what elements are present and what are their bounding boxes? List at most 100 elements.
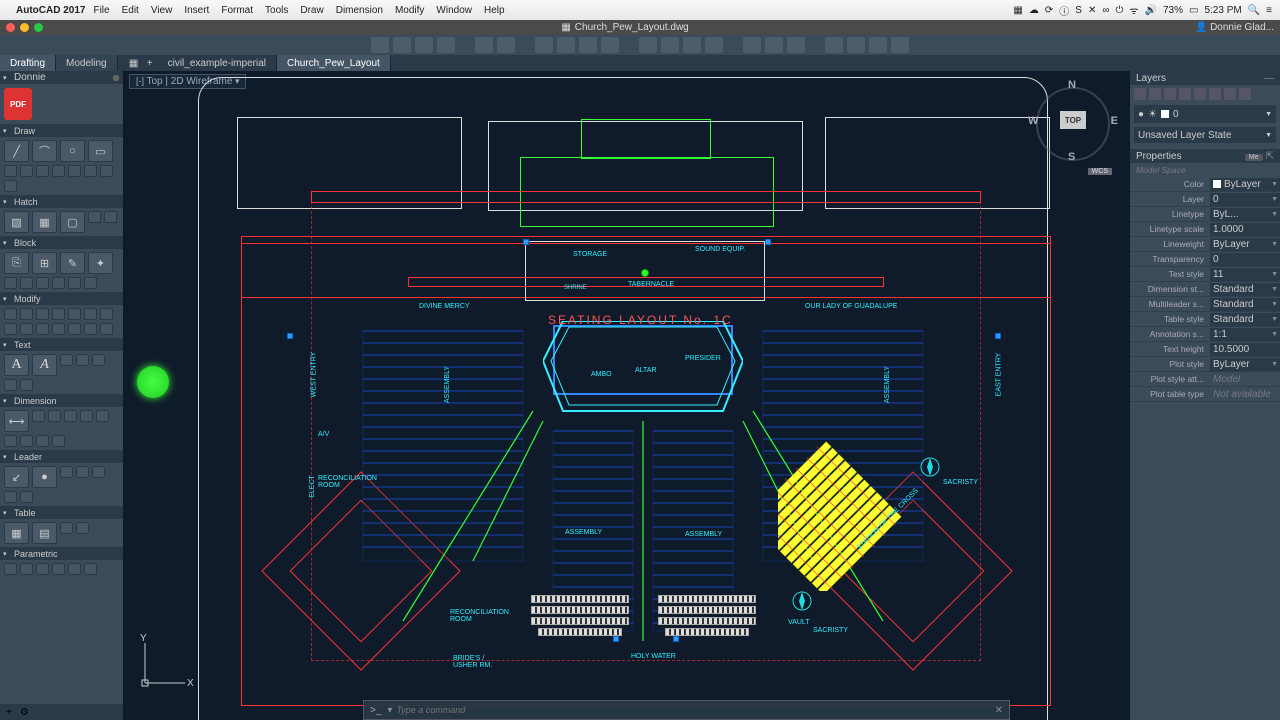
viewcube-north[interactable]: N (1068, 79, 1076, 91)
layer-tool-unisolate[interactable] (1194, 88, 1206, 100)
layer-tool-lock[interactable] (1164, 88, 1176, 100)
tool-mtext[interactable]: A (4, 354, 29, 376)
layer-state[interactable]: Unsaved Layer State▼ (1134, 127, 1276, 143)
layer-tool-isolate[interactable] (1179, 88, 1191, 100)
tool-trim[interactable] (20, 323, 33, 335)
qat-open[interactable] (393, 37, 411, 53)
group-block[interactable]: Block (0, 236, 123, 249)
tool-dim-baseline[interactable] (4, 435, 17, 447)
group-draw[interactable]: Draw (0, 124, 123, 137)
layer-tool-off[interactable] (1149, 88, 1161, 100)
tool-dim-aligned[interactable] (32, 410, 45, 422)
tool-mleader-align[interactable] (76, 466, 89, 478)
workspace-modeling[interactable]: Modeling (56, 55, 118, 71)
menu-edit[interactable]: Edit (122, 5, 139, 16)
prop-value[interactable]: 0▼ (1210, 193, 1280, 206)
palette-header[interactable]: Donnie (0, 71, 123, 84)
tool-table-export[interactable] (60, 522, 73, 534)
tool-join[interactable] (100, 323, 113, 335)
group-text[interactable]: Text (0, 338, 123, 351)
qat-design[interactable] (869, 37, 887, 53)
tool-mleader-collect[interactable] (92, 466, 105, 478)
tool-dim-constraint[interactable] (20, 563, 33, 575)
tool-hatch-set[interactable] (104, 211, 117, 223)
menu-insert[interactable]: Insert (184, 5, 209, 16)
qat-cut[interactable] (639, 37, 657, 53)
layer-tool-previous[interactable] (1224, 88, 1236, 100)
tool-stretch[interactable] (4, 323, 17, 335)
tool-geo-constraint[interactable] (4, 563, 17, 575)
qat-page[interactable] (579, 37, 597, 53)
tool-region[interactable] (100, 165, 113, 177)
tool-erase[interactable] (68, 323, 81, 335)
menu-window[interactable]: Window (436, 5, 472, 16)
tool-hatch[interactable]: ▨ (4, 211, 29, 233)
tool-dim-space[interactable] (52, 435, 65, 447)
tool-boundary[interactable]: ▢ (60, 211, 85, 233)
tool-xline[interactable] (84, 165, 97, 177)
prop-value[interactable]: 11▼ (1210, 268, 1280, 281)
tool-mleader-style[interactable] (60, 466, 73, 478)
tool-mleader[interactable]: ↙ (4, 466, 29, 488)
group-parametric[interactable]: Parametric (0, 547, 123, 560)
qat-zoom[interactable] (743, 37, 761, 53)
app-name[interactable]: AutoCAD 2017 (16, 5, 85, 16)
menu-modify[interactable]: Modify (395, 5, 424, 16)
command-close[interactable]: ✕ (995, 705, 1003, 716)
drawing-canvas[interactable]: [-] Top | 2D Wireframe ▾ (123, 71, 1130, 720)
tool-scale[interactable] (84, 308, 97, 320)
tool-rotate[interactable] (36, 308, 49, 320)
user-name[interactable]: Donnie Glad... (1210, 22, 1274, 33)
tool-attsync[interactable] (52, 277, 65, 289)
tool-move[interactable] (4, 308, 17, 320)
qat-preview[interactable] (557, 37, 575, 53)
tool-fillet[interactable] (52, 308, 65, 320)
tool-gradient[interactable]: ▦ (32, 211, 57, 233)
qat-render[interactable] (891, 37, 909, 53)
layer-tool-match[interactable] (1209, 88, 1221, 100)
properties-panel-title[interactable]: Properties Me⇱ (1130, 149, 1280, 163)
qat-plot[interactable] (535, 37, 553, 53)
prop-value[interactable]: ByLayer▼ (1210, 178, 1280, 191)
tab-list[interactable]: ▦ (126, 55, 142, 71)
command-line[interactable]: >_ ▾ ✕ (363, 700, 1010, 720)
tool-dim-break[interactable] (36, 435, 49, 447)
tool-explode[interactable] (84, 323, 97, 335)
prop-value[interactable]: ByLayer▼ (1210, 358, 1280, 371)
tool-circle[interactable]: ○ (60, 140, 85, 162)
tool-dim-diameter[interactable] (80, 410, 93, 422)
qat-xref[interactable] (847, 37, 865, 53)
viewcube-face[interactable]: TOP (1060, 111, 1086, 129)
tool-mleader-add[interactable] (4, 491, 17, 503)
menu-help[interactable]: Help (484, 5, 505, 16)
qat-publish[interactable] (601, 37, 619, 53)
tool-bedit[interactable] (68, 277, 81, 289)
qat-orbit[interactable] (787, 37, 805, 53)
layers-collapse-icon[interactable]: — (1264, 73, 1274, 84)
viewcube-south[interactable]: S (1068, 151, 1075, 163)
pdf-icon[interactable]: PDF (4, 88, 32, 120)
file-tab-civil[interactable]: civil_example-imperial (158, 55, 277, 71)
tool-block-attr[interactable]: ✦ (88, 252, 113, 274)
maximize-window[interactable] (34, 23, 43, 32)
layer-tool-manager[interactable] (1239, 88, 1251, 100)
prop-value[interactable]: ByLayer▼ (1210, 238, 1280, 251)
prop-value[interactable]: 10.5000 (1210, 343, 1280, 356)
group-dimension[interactable]: Dimension (0, 394, 123, 407)
tool-textstyle[interactable] (60, 354, 73, 366)
tool-extend[interactable] (36, 323, 49, 335)
menu-format[interactable]: Format (221, 5, 253, 16)
menu-draw[interactable]: Draw (300, 5, 323, 16)
qat-match[interactable] (705, 37, 723, 53)
qat-paste[interactable] (683, 37, 701, 53)
file-tab-church[interactable]: Church_Pew_Layout (277, 55, 391, 71)
tool-base[interactable] (20, 277, 33, 289)
tool-dim-ordinate[interactable] (20, 435, 33, 447)
qat-undo[interactable] (475, 37, 493, 53)
group-table[interactable]: Table (0, 506, 123, 519)
tool-mirror[interactable] (100, 308, 113, 320)
qat-saveas[interactable] (437, 37, 455, 53)
viewcube-wcs[interactable]: WCS (1088, 168, 1112, 175)
tool-ray[interactable] (68, 165, 81, 177)
tool-arc[interactable]: ⌒ (32, 140, 57, 162)
